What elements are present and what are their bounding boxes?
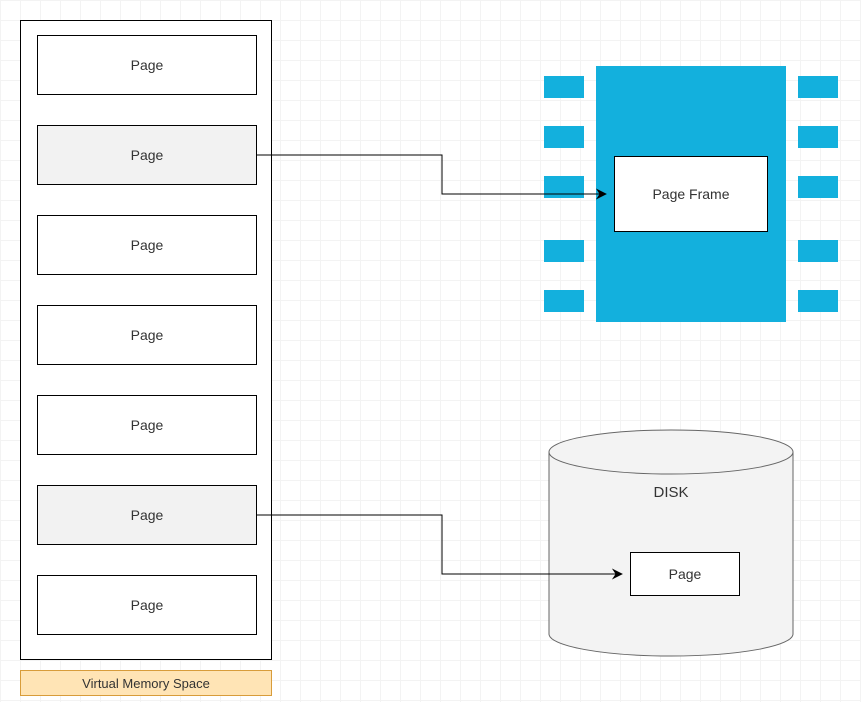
chip-page-frame: Page Frame [614,156,768,232]
vm-page-label: Page [131,507,164,523]
vm-page-label: Page [131,597,164,613]
chip-pin-left [544,126,584,148]
chip-pin-left [544,76,584,98]
disk-label-text: DISK [653,484,688,501]
chip-pin-left [544,290,584,312]
vm-page-6: Page [37,575,257,635]
chip-pin-left [544,176,584,198]
chip-page-frame-label: Page Frame [652,186,729,202]
vm-page-1: Page [37,125,257,185]
virtual-memory-label: Virtual Memory Space [20,670,272,696]
chip-pin-right [798,176,838,198]
chip-pin-right [798,126,838,148]
disk-cylinder [546,428,796,658]
vm-page-4: Page [37,395,257,455]
vm-page-label: Page [131,327,164,343]
vm-page-label: Page [131,147,164,163]
vm-page-2: Page [37,215,257,275]
disk-page-label: Page [669,566,702,582]
vm-page-label: Page [131,57,164,73]
chip-pin-right [798,290,838,312]
chip-pin-left [544,240,584,262]
vm-page-label: Page [131,237,164,253]
chip-pin-right [798,76,838,98]
virtual-memory-container: Page Page Page Page Page Page Page [20,20,272,660]
vm-page-3: Page [37,305,257,365]
disk-label: DISK [546,484,796,501]
chip-pin-right [798,240,838,262]
vm-page-5: Page [37,485,257,545]
vm-page-0: Page [37,35,257,95]
virtual-memory-label-text: Virtual Memory Space [82,676,210,691]
vm-page-label: Page [131,417,164,433]
diagram-canvas: Page Page Page Page Page Page Page Virtu… [0,0,861,702]
disk-page-box: Page [630,552,740,596]
